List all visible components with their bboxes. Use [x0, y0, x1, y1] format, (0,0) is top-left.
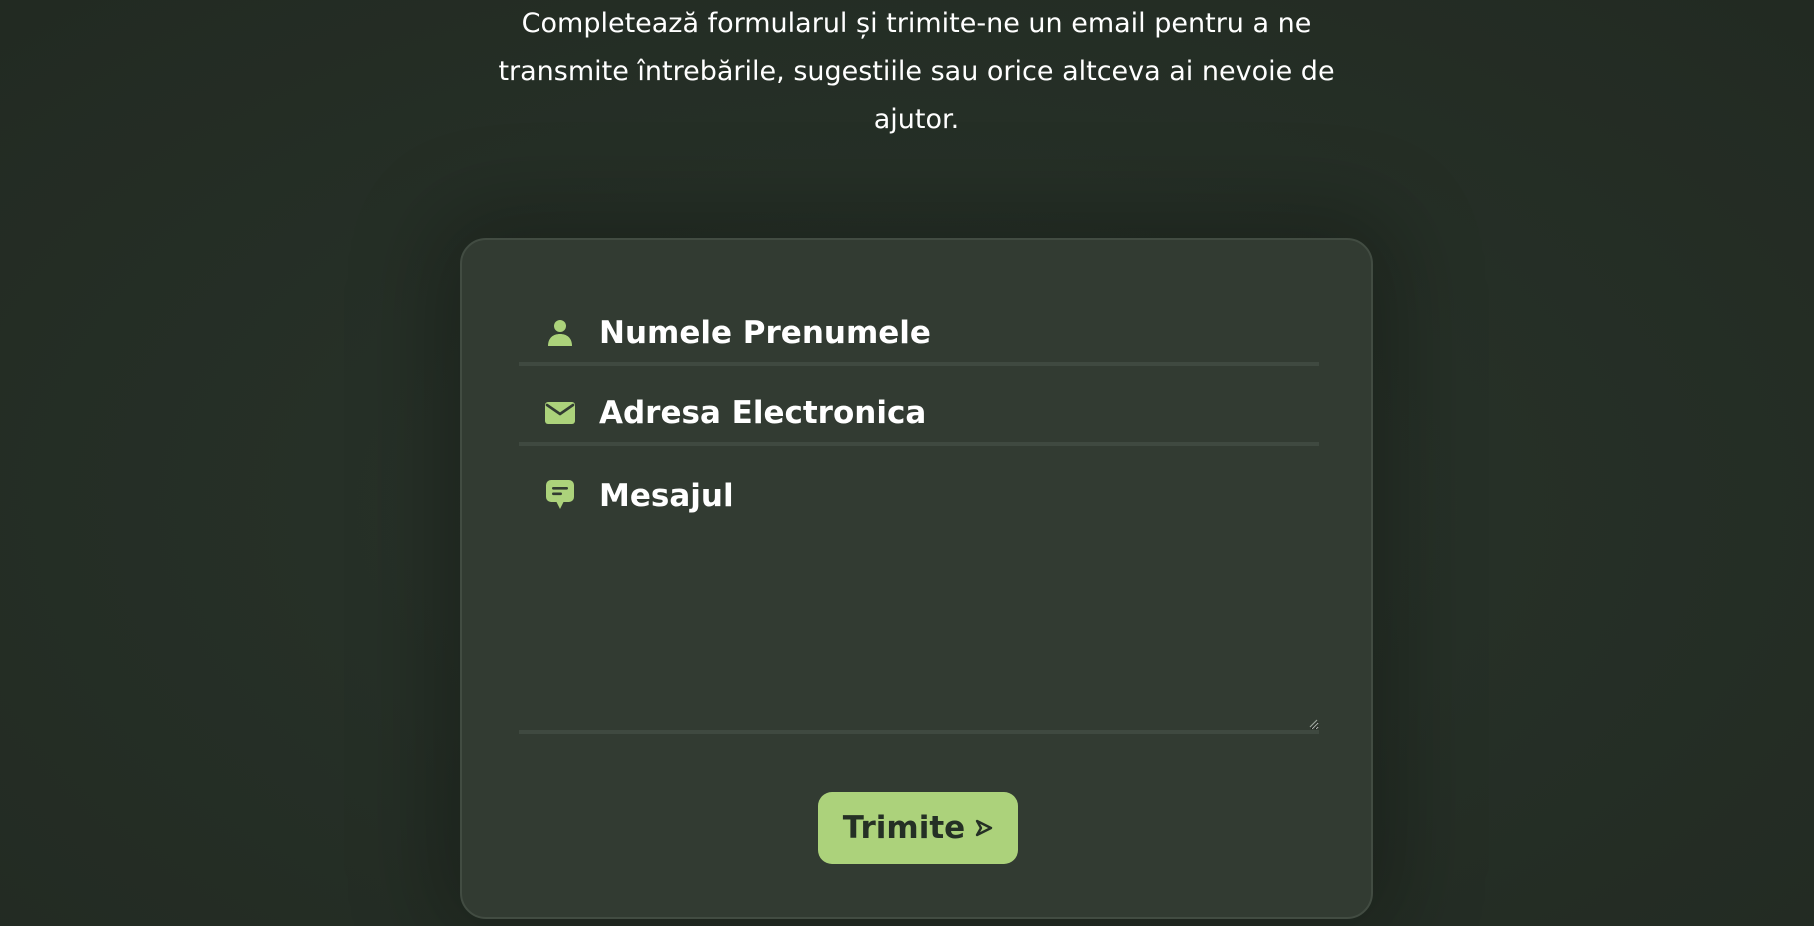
resize-grip-icon[interactable]	[1309, 719, 1318, 728]
name-input[interactable]	[599, 304, 1319, 362]
email-field-row	[519, 384, 1319, 446]
message-icon	[545, 480, 575, 510]
submit-button[interactable]: Trimite	[818, 792, 1018, 864]
send-icon	[975, 819, 993, 837]
email-input[interactable]	[599, 384, 1319, 442]
message-textarea[interactable]	[599, 478, 1319, 730]
contact-form: Trimite	[460, 238, 1373, 919]
envelope-icon	[545, 398, 575, 428]
message-field-row	[519, 464, 1319, 734]
intro-text: Completează formularul și trimite-ne un …	[498, 8, 1335, 135]
person-icon	[545, 318, 575, 348]
submit-button-label: Trimite	[842, 810, 966, 846]
name-field-row	[519, 304, 1319, 366]
